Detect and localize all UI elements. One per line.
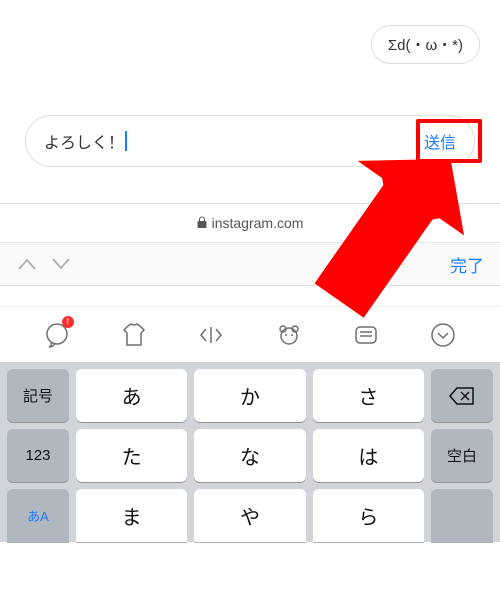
lock-icon — [197, 215, 207, 231]
shirt-icon[interactable] — [119, 320, 149, 350]
key-ma[interactable]: ま — [76, 489, 187, 542]
keyboard: 記号 あ か さ 123 た な は 空白 あA ま や ら — [0, 362, 500, 542]
notification-badge — [62, 316, 74, 328]
chevron-down-circle-icon[interactable] — [428, 320, 458, 350]
key-ha[interactable]: は — [313, 429, 424, 482]
key-ya[interactable]: や — [194, 489, 305, 542]
key-symbol-mode[interactable]: 記号 — [7, 369, 69, 422]
send-button[interactable]: 送信 — [424, 129, 456, 153]
key-number-mode[interactable]: 123 — [7, 429, 69, 482]
key-ra[interactable]: ら — [313, 489, 424, 542]
key-ka[interactable]: か — [194, 369, 305, 422]
url-domain: instagram.com — [212, 215, 304, 231]
key-na[interactable]: な — [194, 429, 305, 482]
key-backspace[interactable] — [431, 369, 493, 422]
url-bar[interactable]: instagram.com — [0, 203, 500, 242]
key-space[interactable]: 空白 — [431, 429, 493, 482]
key-return[interactable] — [431, 489, 493, 542]
ime-toolbar — [0, 306, 500, 362]
message-bubble: Σd(・ω・*) — [371, 25, 480, 64]
code-input-icon[interactable] — [196, 320, 226, 350]
prev-field-button[interactable] — [12, 250, 42, 278]
key-sa[interactable]: さ — [313, 369, 424, 422]
chat-area: Σd(・ω・*) よろしく！ 送信 — [0, 0, 500, 203]
key-a[interactable]: あ — [76, 369, 187, 422]
message-input-text[interactable]: よろしく！ — [44, 129, 124, 153]
message-text: Σd(・ω・*) — [388, 37, 463, 54]
keyboard-toolbar: 完了 — [0, 242, 500, 286]
message-input-row[interactable]: よろしく！ 送信 — [25, 115, 475, 167]
bear-icon[interactable] — [274, 320, 304, 350]
next-field-button[interactable] — [46, 250, 76, 278]
message-icon[interactable] — [351, 320, 381, 350]
key-ta[interactable]: た — [76, 429, 187, 482]
key-input-mode[interactable]: あA — [7, 489, 69, 542]
keyboard-done-button[interactable]: 完了 — [450, 252, 500, 277]
